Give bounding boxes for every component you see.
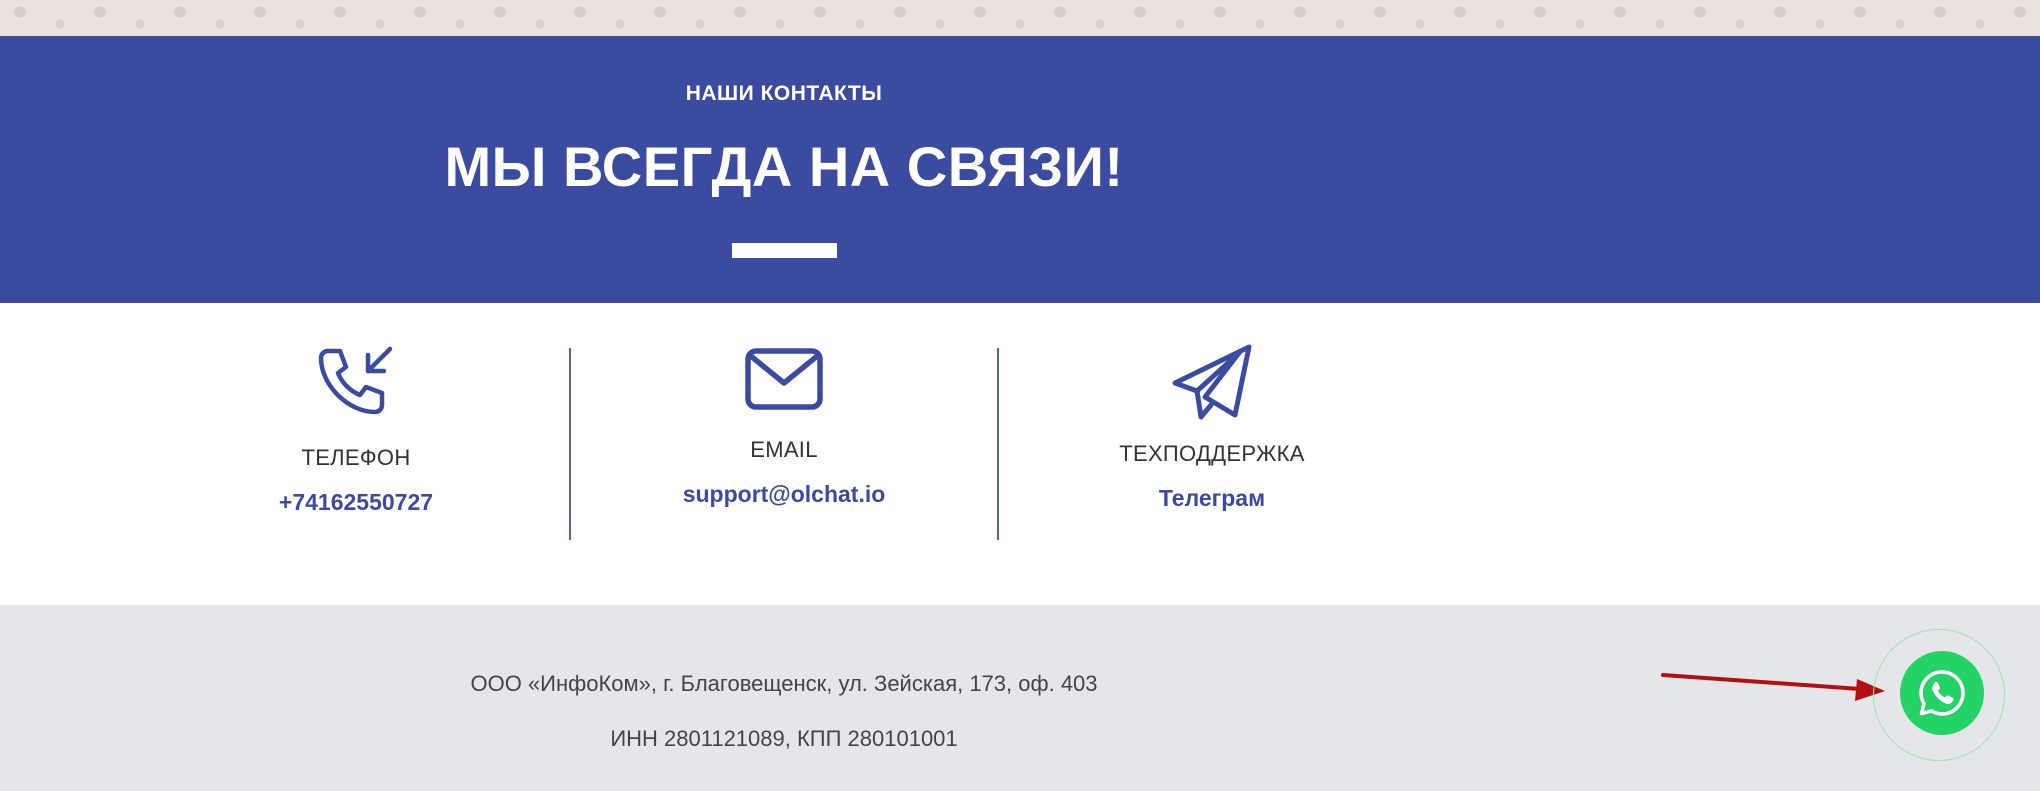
contact-label: ТЕХПОДДЕРЖКА [1119, 441, 1305, 466]
company-requisites: ИНН 2801121089, КПП 280101001 [610, 726, 958, 751]
email-link[interactable]: support@olchat.io [574, 481, 994, 508]
decorative-pattern-strip [0, 0, 2040, 36]
contact-email: EMAIL support@olchat.io [574, 343, 994, 508]
contact-label: EMAIL [750, 437, 818, 462]
title-underline [732, 243, 837, 258]
section-title: МЫ ВСЕГДА НА СВЯЗИ! [444, 135, 1124, 198]
column-divider [569, 348, 571, 540]
phone-link[interactable]: +74162550727 [146, 489, 566, 516]
phone-incoming-icon [318, 346, 393, 415]
paper-plane-icon [1172, 344, 1252, 420]
contacts-list: ТЕЛЕФОН +74162550727 EMAIL support@olcha… [0, 303, 2040, 605]
section-kicker: НАШИ КОНТАКТЫ [685, 82, 883, 105]
telegram-link[interactable]: Телеграм [1002, 485, 1422, 512]
column-divider [997, 348, 999, 540]
whatsapp-icon [1919, 670, 1965, 716]
contacts-hero: НАШИ КОНТАКТЫ МЫ ВСЕГДА НА СВЯЗИ! [0, 36, 2040, 303]
envelope-icon [745, 348, 823, 410]
company-address: ООО «ИнфоКом», г. Благовещенск, ул. Зейс… [470, 671, 1098, 696]
whatsapp-chat-button[interactable] [1900, 651, 1984, 735]
contact-label: ТЕЛЕФОН [301, 445, 411, 470]
annotation-arrow [1661, 673, 1885, 701]
contact-phone: ТЕЛЕФОН +74162550727 [146, 343, 566, 516]
contact-support: ТЕХПОДДЕРЖКА Телеграм [1002, 343, 1422, 512]
